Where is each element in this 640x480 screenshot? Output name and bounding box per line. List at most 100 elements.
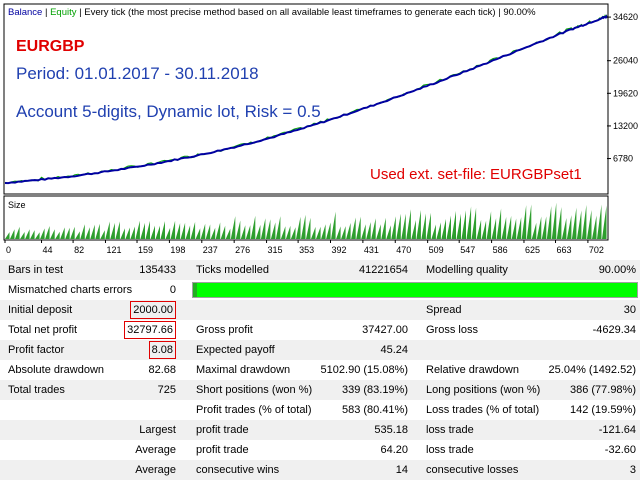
- gross-loss-label: Gross loss: [426, 324, 478, 336]
- y-tick-label: 34620: [613, 12, 638, 22]
- profit-trades-label: Profit trades (% of total): [196, 404, 312, 416]
- period-label: Period: 01.01.2017 - 30.11.2018: [16, 64, 259, 83]
- row-drawdown: Absolute drawdown 82.68 Maximal drawdown…: [0, 360, 640, 380]
- legend-equity: Equity: [50, 7, 77, 18]
- profit-factor-label: Profit factor: [8, 344, 65, 356]
- y-tick-label: 19620: [613, 88, 638, 98]
- x-tick-label: 82: [74, 245, 84, 255]
- x-tick-label: 392: [331, 245, 346, 255]
- gross-loss-value: -4629.34: [592, 324, 636, 336]
- x-tick-label: 470: [396, 245, 411, 255]
- row-total-trades: Total trades 725 Short positions (won %)…: [0, 380, 640, 400]
- symbol-label: EURGBP: [16, 38, 85, 55]
- abs-drawdown-value: 82.68: [148, 364, 176, 376]
- largest-loss-label: loss trade: [426, 424, 474, 436]
- y-tick-label: 6780: [613, 154, 633, 164]
- profit-trades-value: 583 (80.41%): [341, 404, 408, 416]
- legend-method: Every tick (the most precise method base…: [84, 7, 496, 18]
- row-consecutive: Average consecutive wins 14 consecutive …: [0, 460, 640, 480]
- chart-legend: Balance | Equity | Every tick (the most …: [8, 7, 536, 18]
- x-tick-label: 276: [235, 245, 250, 255]
- rel-drawdown-value: 25.04% (1492.52): [548, 364, 636, 376]
- x-tick-label: 663: [557, 245, 572, 255]
- x-tick-label: 121: [106, 245, 121, 255]
- largest-profit-value: 535.18: [374, 424, 408, 436]
- spread-label: Spread: [426, 304, 462, 316]
- x-tick-label: 0: [6, 245, 11, 255]
- consec-losses-value: 3: [629, 464, 636, 476]
- loss-trades-value: 142 (19.59%): [569, 404, 636, 416]
- largest-profit-label: profit trade: [196, 424, 249, 436]
- total-trades-value: 725: [157, 384, 176, 396]
- consec-wins-value: 14: [395, 464, 408, 476]
- ticks-modelled-label: Ticks modelled: [196, 264, 269, 276]
- average-label: Average: [135, 444, 176, 456]
- expected-payoff-label: Expected payoff: [196, 344, 275, 356]
- long-positions-value: 386 (77.98%): [569, 384, 636, 396]
- long-positions-label: Long positions (won %): [426, 384, 541, 396]
- x-tick-label: 586: [493, 245, 508, 255]
- spread-value: 30: [623, 304, 636, 316]
- largest-loss-value: -121.64: [598, 424, 636, 436]
- consec-losses-label: consecutive losses: [426, 464, 519, 476]
- legend-balance: Balance: [8, 7, 43, 18]
- x-axis-ticks: 0 44 82 121 159 198 237 276 315 353 392 431 470 509 54…: [4, 240, 604, 255]
- max-drawdown-label: Maximal drawdown: [196, 364, 291, 376]
- y-tick-label: 26040: [613, 56, 638, 66]
- modelling-quality-label: Modelling quality: [426, 264, 508, 276]
- mismatched-value: 0: [169, 284, 176, 296]
- x-tick-label: 431: [364, 245, 379, 255]
- ticks-modelled-value: 41221654: [359, 264, 408, 276]
- initial-deposit-value: 2000.00: [130, 301, 176, 319]
- y-axis-ticks: 34620 26040 19620 13200 6780: [607, 12, 638, 164]
- row-average: Average profit trade 64.20 loss trade -3…: [0, 440, 640, 460]
- modelling-quality-value: 90.00%: [598, 264, 636, 276]
- row-mismatched: Mismatched charts errors 0: [0, 280, 640, 300]
- loss-trades-label: Loss trades (% of total): [426, 404, 540, 416]
- net-profit-label: Total net profit: [8, 324, 78, 336]
- rel-drawdown-label: Relative drawdown: [426, 364, 519, 376]
- mismatched-label: Mismatched charts errors: [8, 284, 133, 296]
- account-label: Account 5-digits, Dynamic lot, Risk = 0.…: [16, 102, 321, 121]
- quality-bar-start: [193, 283, 197, 297]
- profit-factor-value: 8.08: [148, 341, 176, 359]
- balance-chart: 34620 26040 19620 13200 6780 0 44 82 121 159 198 2…: [3, 3, 638, 255]
- modelling-quality-bar: [192, 282, 638, 298]
- x-tick-label: 625: [525, 245, 540, 255]
- size-panel-label: Size: [8, 200, 26, 210]
- abs-drawdown-label: Absolute drawdown: [8, 364, 105, 376]
- y-tick-label: 13200: [613, 121, 638, 131]
- average-loss-label: loss trade: [426, 444, 474, 456]
- x-tick-label: 702: [589, 245, 604, 255]
- gross-profit-value: 37427.00: [362, 324, 408, 336]
- bars-in-test-label: Bars in test: [8, 264, 64, 276]
- set-file-label: Used ext. set-file: EURGBPset1: [370, 166, 582, 183]
- row-profit-factor: Profit factor 8.08 Expected payoff 45.24: [0, 340, 640, 360]
- total-trades-label: Total trades: [8, 384, 65, 396]
- consec-wins-label: consecutive wins: [196, 464, 280, 476]
- legend-quality: 90.00%: [503, 7, 536, 18]
- gross-profit-label: Gross profit: [196, 324, 253, 336]
- row-largest: Largest profit trade 535.18 loss trade -…: [0, 420, 640, 440]
- bars-in-test-value: 135433: [139, 264, 176, 276]
- x-tick-label: 509: [429, 245, 444, 255]
- row-net-profit: Total net profit 32797.66 Gross profit 3…: [0, 320, 640, 340]
- x-tick-label: 547: [460, 245, 475, 255]
- x-tick-label: 44: [43, 245, 53, 255]
- x-tick-label: 198: [170, 245, 185, 255]
- row-bars: Bars in test 135433 Ticks modelled 41221…: [0, 260, 640, 280]
- short-positions-label: Short positions (won %): [196, 384, 313, 396]
- expected-payoff-value: 45.24: [380, 344, 408, 356]
- average-profit-value: 64.20: [380, 444, 408, 456]
- average-profit-label: profit trade: [196, 444, 249, 456]
- largest-label: Largest: [139, 424, 176, 436]
- average-loss-value: -32.60: [604, 444, 636, 456]
- x-tick-label: 315: [268, 245, 283, 255]
- average2-label: Average: [135, 464, 176, 476]
- initial-deposit-label: Initial deposit: [8, 304, 73, 316]
- x-tick-label: 353: [299, 245, 314, 255]
- short-positions-value: 339 (83.19%): [341, 384, 408, 396]
- row-profit-trades: Profit trades (% of total) 583 (80.41%) …: [0, 400, 640, 420]
- row-deposit: Initial deposit 2000.00 Spread 30: [0, 300, 640, 320]
- net-profit-value: 32797.66: [124, 321, 176, 339]
